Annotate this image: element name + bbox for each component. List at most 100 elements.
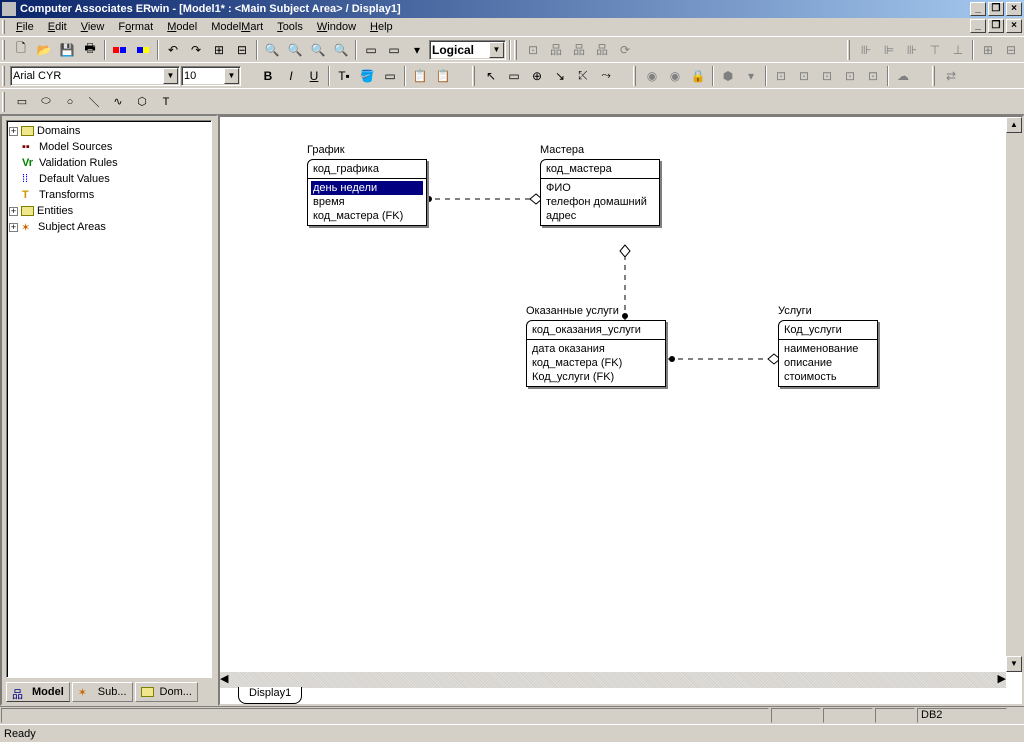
line-tool[interactable]: ＼	[83, 91, 105, 112]
save-button[interactable]: 💾	[56, 39, 78, 60]
mdi-restore-button[interactable]: ❐	[988, 19, 1004, 33]
entity-attrs[interactable]: ФИО телефон домашний адрес	[541, 179, 659, 225]
menu-window[interactable]: Window	[310, 20, 363, 34]
transform-4-button[interactable]: ▾	[740, 65, 762, 86]
bold-button[interactable]: B	[257, 65, 279, 86]
ellipse-tool[interactable]: ○	[59, 91, 81, 112]
font-name-combo[interactable]: Arial CYR ▼	[10, 66, 180, 86]
diagram-canvas[interactable]: График код_графика день недели время код…	[218, 115, 1024, 706]
text-tool[interactable]: T	[155, 91, 177, 112]
mdi-close-button[interactable]: ×	[1006, 19, 1022, 33]
polygon-tool[interactable]: ⬡	[131, 91, 153, 112]
scroll-up-button[interactable]: ▲	[1006, 117, 1022, 133]
rectangle-tool[interactable]: ▭	[11, 91, 33, 112]
mm-connect-button[interactable]: ⊡	[522, 39, 544, 60]
entity-tool[interactable]: ▭	[503, 65, 525, 86]
align-center-button[interactable]: ⊫	[878, 39, 900, 60]
canvas-inner[interactable]: График код_графика день недели время код…	[220, 117, 1006, 672]
open-button[interactable]: 📂	[33, 39, 55, 60]
mm-merge-button[interactable]: 品	[591, 39, 613, 60]
menu-help[interactable]: Help	[363, 20, 400, 34]
lock-button[interactable]: 🔒	[687, 65, 709, 86]
category-tool[interactable]: ⊕	[526, 65, 548, 86]
align-bottom-button[interactable]: ⊥	[947, 39, 969, 60]
scroll-left-button[interactable]: ◀	[220, 672, 228, 685]
entity-attrs[interactable]: наименование описание стоимость	[779, 340, 877, 386]
minimize-button[interactable]: _	[970, 2, 986, 16]
mm-save-button[interactable]: 品	[568, 39, 590, 60]
view-5-button[interactable]: ⊡	[862, 65, 884, 86]
entity-level-button[interactable]: ⊞	[208, 39, 230, 60]
entity-pk[interactable]: код_оказания_услуги	[527, 321, 665, 340]
db-sync-button[interactable]: ⇄	[940, 65, 962, 86]
selected-attribute[interactable]: день недели	[311, 181, 423, 195]
fill-color-button[interactable]: 🪣	[356, 65, 378, 86]
entity-uslugi[interactable]: Услуги Код_услуги наименование описание …	[778, 320, 878, 387]
entity-attrs[interactable]: дата оказания код_мастера (FK) Код_услуг…	[527, 340, 665, 386]
view-2-button[interactable]: ⊡	[793, 65, 815, 86]
zoom-normal-button[interactable]: 🔍	[330, 39, 352, 60]
view-1-button[interactable]: ⊡	[770, 65, 792, 86]
view-3-button[interactable]: ⊡	[816, 65, 838, 86]
tree-item-subject-areas[interactable]: +✶ Subject Areas	[9, 219, 209, 235]
tree-item-default-values[interactable]: ⁞⁞ Default Values	[9, 171, 209, 187]
polyline-tool[interactable]: ∿	[107, 91, 129, 112]
dropdown-button[interactable]: ▾	[406, 39, 428, 60]
line-color-button[interactable]: ▭	[379, 65, 401, 86]
font-size-combo[interactable]: 10 ▼	[181, 66, 241, 86]
menu-file[interactable]: File	[9, 20, 41, 34]
redo-button[interactable]: ↷	[185, 39, 207, 60]
menu-model[interactable]: Model	[160, 20, 204, 34]
entity-okazannye-uslugi[interactable]: Оказанные услуги код_оказания_услуги дат…	[526, 320, 666, 387]
scroll-down-button[interactable]: ▼	[1006, 656, 1022, 672]
paste-format-button[interactable]: 📋	[432, 65, 454, 86]
nonidentifying-rel-tool[interactable]: ⤳	[595, 65, 617, 86]
model-type-selector[interactable]: Logical ▼	[429, 40, 506, 60]
menu-view[interactable]: View	[74, 20, 112, 34]
transform-1-button[interactable]: ◉	[641, 65, 663, 86]
mm-refresh-button[interactable]: ⟳	[614, 39, 636, 60]
entity-pk[interactable]: Код_услуги	[779, 321, 877, 340]
identifying-rel-tool[interactable]: ↘	[549, 65, 571, 86]
zoom-fit-button[interactable]: 🔍	[261, 39, 283, 60]
palette-button[interactable]	[109, 39, 131, 60]
ungroup-button[interactable]: ⊟	[1000, 39, 1022, 60]
entity-mastera[interactable]: Мастера код_мастера ФИО телефон домашний…	[540, 159, 660, 226]
tree-item-validation-rules[interactable]: Vr Validation Rules	[9, 155, 209, 171]
entity-grafik[interactable]: График код_графика день недели время код…	[307, 159, 427, 226]
scroll-right-button[interactable]: ▶	[998, 672, 1006, 685]
align-top-button[interactable]: ⊤	[924, 39, 946, 60]
mdi-minimize-button[interactable]: _	[970, 19, 986, 33]
align-left-button[interactable]: ⊪	[855, 39, 877, 60]
align-right-button[interactable]: ⊪	[901, 39, 923, 60]
report-button[interactable]: ☁	[892, 65, 914, 86]
text-color-button[interactable]: T▪	[333, 65, 355, 86]
palette2-button[interactable]	[132, 39, 154, 60]
mm-open-button[interactable]: 品	[545, 39, 567, 60]
rounded-rect-tool[interactable]: ⬭	[35, 91, 57, 112]
subject-area-button[interactable]: ▭	[383, 39, 405, 60]
new-button[interactable]: 🗋	[10, 39, 32, 60]
zoom-in-button[interactable]: 🔍	[307, 39, 329, 60]
tree-item-entities[interactable]: + Entities	[9, 203, 209, 219]
vertical-scrollbar[interactable]: ▲ ▼	[1006, 117, 1022, 672]
transform-2-button[interactable]: ◉	[664, 65, 686, 86]
menu-format[interactable]: Format	[111, 20, 160, 34]
horizontal-scrollbar[interactable]: ◀ ▶	[220, 672, 1006, 688]
copy-format-button[interactable]: 📋	[409, 65, 431, 86]
group-button[interactable]: ⊞	[977, 39, 999, 60]
maximize-button[interactable]: ❐	[988, 2, 1004, 16]
zoom-out-button[interactable]: 🔍	[284, 39, 306, 60]
explorer-tab-model[interactable]: 品 Model	[6, 682, 70, 702]
print-button[interactable]: 🖶	[79, 39, 101, 60]
italic-button[interactable]: I	[280, 65, 302, 86]
tree-item-domains[interactable]: + Domains	[9, 123, 209, 139]
underline-button[interactable]: U	[303, 65, 325, 86]
many-many-tool[interactable]: ⤪	[572, 65, 594, 86]
explorer-tree[interactable]: + Domains ▪▪ Model Sources Vr Validation…	[6, 120, 212, 678]
entity-attrs[interactable]: день недели время код_мастера (FK)	[308, 179, 426, 225]
tree-item-model-sources[interactable]: ▪▪ Model Sources	[9, 139, 209, 155]
entity-pk[interactable]: код_мастера	[541, 160, 659, 179]
attribute-level-button[interactable]: ⊟	[231, 39, 253, 60]
transform-3-button[interactable]: ⬢	[717, 65, 739, 86]
